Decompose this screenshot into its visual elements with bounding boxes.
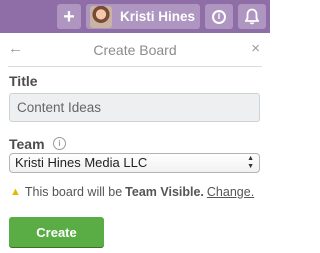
notifications-button[interactable]	[238, 4, 266, 29]
visibility-value: Team Visible.	[125, 185, 204, 199]
warning-icon: ▲	[10, 186, 21, 198]
user-menu-button[interactable]: Kristi Hines	[86, 4, 200, 29]
info-icon-glyph: i	[217, 10, 221, 22]
info-button[interactable]: i	[205, 4, 233, 29]
header-divider	[8, 66, 262, 67]
panel-title: Create Board	[93, 42, 177, 58]
info-icon: i	[212, 9, 226, 24]
create-board-panel: ← Create Board × Title Team i Kristi Hin…	[0, 33, 270, 253]
change-visibility-link[interactable]: Change.	[207, 185, 254, 199]
team-selected-value: Kristi Hines Media LLC	[15, 155, 148, 170]
visibility-note: ▲ This board will be Team Visible. Chang…	[10, 185, 265, 199]
avatar	[90, 5, 112, 28]
create-button[interactable]: Create	[9, 217, 104, 247]
close-icon[interactable]: ×	[251, 40, 260, 58]
title-label: Title	[9, 73, 38, 89]
panel-header: ← Create Board ×	[0, 33, 270, 67]
select-arrows-icon: ▲ ▼	[247, 155, 254, 170]
bell-icon	[244, 8, 260, 25]
top-header-bar: + Kristi Hines i	[0, 0, 270, 33]
user-name: Kristi Hines	[120, 9, 196, 24]
add-button[interactable]: +	[57, 4, 81, 29]
team-select[interactable]: Kristi Hines Media LLC ▲ ▼	[9, 153, 260, 173]
team-info-icon[interactable]: i	[53, 137, 66, 150]
plus-icon: +	[63, 5, 75, 28]
team-label: Team	[9, 136, 45, 152]
visibility-prefix: This board will be	[24, 185, 123, 199]
board-title-input[interactable]	[9, 93, 260, 122]
